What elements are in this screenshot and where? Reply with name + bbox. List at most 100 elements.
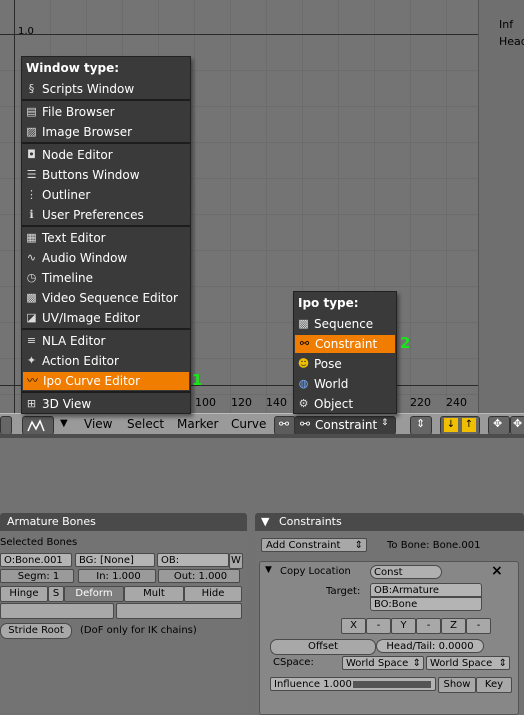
cspace-target-dropdown[interactable]: World Space ⇕ — [426, 656, 510, 670]
side-label-1: Inf — [499, 18, 514, 31]
menu-item-world[interactable]: ◍ World — [294, 375, 396, 393]
collapse-triangle-icon[interactable]: ▼ — [261, 515, 269, 528]
menu-item-pose[interactable]: ☻ Pose — [294, 355, 396, 373]
x-tick: 140 — [266, 396, 287, 409]
border-button[interactable]: ✥ — [510, 416, 524, 435]
target-bone-field[interactable]: BO:Bone — [370, 597, 482, 611]
updown-arrow-icon: ⇕ — [498, 658, 507, 669]
show-button[interactable]: Show — [438, 677, 476, 693]
collapse-triangle-icon[interactable]: ▼ — [60, 418, 68, 429]
menu-item-buttons-window[interactable]: ☰ Buttons Window — [22, 166, 190, 184]
s-toggle[interactable]: S — [48, 586, 64, 602]
constraint-icon: ⚯ — [300, 417, 311, 431]
axis-y-invert-toggle[interactable]: - — [416, 618, 441, 634]
copy-paste-buttons[interactable]: ↓ ↑ — [440, 416, 480, 435]
axis-z-toggle[interactable]: Z — [441, 618, 466, 634]
x-tick: 220 — [410, 396, 431, 409]
target-object-field[interactable]: OB:Armature — [370, 583, 482, 597]
menu-item-action-editor[interactable]: ✦ Action Editor — [22, 352, 190, 370]
buttons-icon: ☰ — [26, 168, 37, 181]
updown-arrow-icon: ⇕ — [381, 418, 389, 428]
constraint-box: ▼ Copy Location Const × Target: OB:Armat… — [259, 561, 519, 715]
menu-item-audio-window[interactable]: ∿ Audio Window — [22, 249, 190, 267]
menu-item-sequence[interactable]: ▩ Sequence — [294, 315, 396, 333]
w-button[interactable]: W — [229, 553, 243, 569]
file-icon: ▤ — [26, 105, 37, 118]
menu-item-timeline[interactable]: ◷ Timeline — [22, 269, 190, 287]
cspace-owner-dropdown[interactable]: World Space ⇕ — [342, 656, 424, 670]
menu-item-user-preferences[interactable]: ℹ User Preferences — [22, 206, 190, 224]
cspace-owner-value: World Space — [346, 658, 409, 669]
menu-marker[interactable]: Marker — [177, 417, 218, 431]
constraint-name-field[interactable]: Const — [370, 565, 442, 579]
ipo-type-dropdown[interactable]: ⚯ Constraint ⇕ — [294, 416, 396, 435]
in-field[interactable]: In: 1.000 — [78, 569, 156, 583]
menu-item-node-editor[interactable]: ◘ Node Editor — [22, 146, 190, 164]
grid-line-1 — [0, 34, 478, 35]
menu-separator — [22, 225, 190, 227]
menu-view[interactable]: View — [84, 417, 112, 431]
uv-icon: ◪ — [26, 311, 37, 324]
menu-item-scripts-window[interactable]: § Scripts Window — [22, 80, 190, 98]
out-field[interactable]: Out: 1.000 — [158, 569, 240, 583]
menu-separator — [22, 99, 190, 101]
add-constraint-dropdown[interactable]: Add Constraint ⇕ — [261, 538, 367, 552]
influence-slider[interactable]: Influence 1.000 — [270, 677, 436, 691]
menu-item-object[interactable]: ⚙ Object — [294, 395, 396, 413]
menu-item-nla-editor[interactable]: ≡ NLA Editor — [22, 332, 190, 350]
menu-item-ipo-curve-editor[interactable]: 〰 Ipo Curve Editor — [23, 372, 189, 390]
bone-name-field[interactable]: O:Bone.001 — [0, 553, 72, 567]
menu-item-constraint[interactable]: ⚯ Constraint — [295, 335, 395, 353]
ipo-type-icon-button[interactable]: ⚯ — [274, 416, 296, 435]
axis-z-invert-toggle[interactable]: - — [466, 618, 491, 634]
annotation-number-2: 2 — [400, 334, 411, 352]
panel-title[interactable]: Armature Bones — [0, 513, 247, 531]
side-label-2: Head — [499, 35, 524, 48]
add-constraint-label: Add Constraint — [266, 540, 341, 551]
window-type-button[interactable] — [22, 416, 54, 435]
hide-toggle[interactable]: Hide — [184, 586, 242, 602]
axis-x-toggle[interactable]: X — [341, 618, 366, 634]
dof-note: (DoF only for IK chains) — [80, 625, 197, 636]
menu-select[interactable]: Select — [127, 417, 164, 431]
layer-buttons-2[interactable] — [116, 603, 242, 619]
pin-button[interactable]: ⇕ — [410, 416, 432, 435]
ob-field[interactable]: OB: — [157, 553, 229, 567]
stride-root-button[interactable]: Stride Root — [0, 623, 72, 639]
frame-line — [14, 0, 15, 413]
menu-item-image-browser[interactable]: ▨ Image Browser — [22, 123, 190, 141]
python-icon: § — [28, 82, 35, 95]
layer-buttons-1[interactable] — [0, 603, 114, 619]
hinge-toggle[interactable]: Hinge — [0, 586, 48, 602]
menu-item-video-sequence-editor[interactable]: ▩ Video Sequence Editor — [22, 289, 190, 307]
offset-toggle[interactable]: Offset — [270, 639, 376, 655]
x-tick: 120 — [231, 396, 252, 409]
target-label: Target: — [326, 586, 361, 597]
collapse-triangle-icon[interactable]: ▼ — [265, 565, 272, 575]
ipo-type-value: Constraint — [315, 418, 378, 432]
panel-title: Constraints — [278, 515, 342, 528]
menu-item-file-browser[interactable]: ▤ File Browser — [22, 103, 190, 121]
close-icon[interactable]: × — [491, 563, 503, 579]
channel-list-panel[interactable]: Inf Head — [478, 0, 524, 432]
mult-toggle[interactable]: Mult — [124, 586, 184, 602]
zoom-button[interactable]: ✥ — [488, 416, 510, 435]
constraints-panel: ▼ Constraints Add Constraint ⇕ To Bone: … — [255, 513, 524, 715]
menu-item-text-editor[interactable]: ▦ Text Editor — [22, 229, 190, 247]
menu-item-outliner[interactable]: ⋮ Outliner — [22, 186, 190, 204]
bg-field[interactable]: BG: [None] — [75, 553, 155, 567]
axis-y-toggle[interactable]: Y — [391, 618, 416, 634]
constraints-title-bar[interactable]: ▼ Constraints — [255, 513, 524, 531]
segm-field[interactable]: Segm: 1 — [0, 569, 74, 583]
influence-slider-track — [353, 681, 431, 688]
axis-x-invert-toggle[interactable]: - — [366, 618, 391, 634]
menu-item-3d-view[interactable]: ⊞ 3D View — [22, 395, 190, 413]
deform-toggle[interactable]: Deform — [64, 586, 124, 602]
image-icon: ▨ — [26, 125, 37, 138]
key-button[interactable]: Key — [476, 677, 512, 693]
menu-item-uv-image-editor[interactable]: ◪ UV/Image Editor — [22, 309, 190, 327]
menu-title: Ipo type: — [298, 296, 359, 310]
hand-icon[interactable] — [0, 416, 12, 435]
menu-curve[interactable]: Curve — [231, 417, 266, 431]
head-tail-field[interactable]: Head/Tail: 0.0000 — [376, 639, 484, 653]
